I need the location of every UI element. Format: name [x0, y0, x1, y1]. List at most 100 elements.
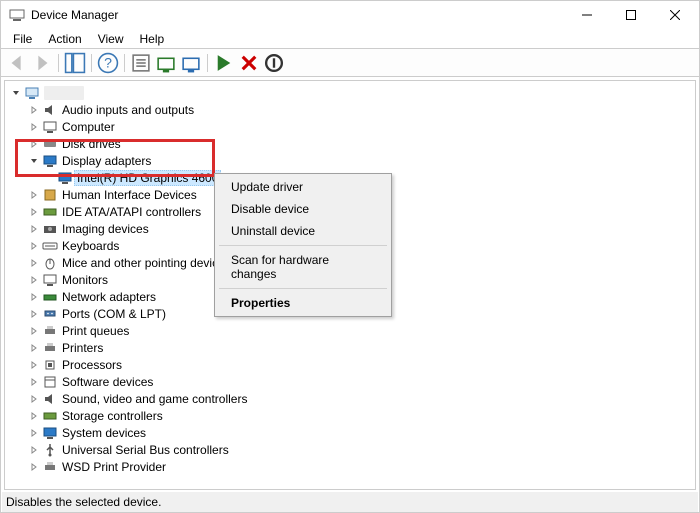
maximize-button[interactable]: [609, 1, 653, 29]
separator: [219, 245, 387, 246]
sound-icon: [42, 391, 58, 407]
context-menu: Update driver Disable device Uninstall d…: [214, 173, 392, 317]
chevron-right-icon[interactable]: [27, 188, 40, 201]
tree-node-processors[interactable]: Processors: [9, 356, 691, 373]
menu-action[interactable]: Action: [40, 30, 89, 48]
chevron-right-icon[interactable]: [27, 443, 40, 456]
window-title: Device Manager: [31, 8, 565, 22]
chevron-right-icon[interactable]: [27, 392, 40, 405]
ctx-uninstall-device[interactable]: Uninstall device: [217, 220, 389, 242]
node-label: Printers: [62, 341, 103, 355]
storage-icon: [42, 408, 58, 424]
printer-icon: [42, 323, 58, 339]
node-label: Storage controllers: [62, 409, 163, 423]
help-button[interactable]: ?: [96, 52, 120, 74]
keyboard-icon: [42, 238, 58, 254]
properties-button[interactable]: [129, 52, 153, 74]
node-label: Universal Serial Bus controllers: [62, 443, 229, 457]
separator: [207, 54, 208, 72]
monitor-icon: [42, 272, 58, 288]
printer-icon: [42, 340, 58, 356]
minimize-button[interactable]: [565, 1, 609, 29]
app-icon: [9, 7, 25, 23]
chevron-right-icon[interactable]: [27, 120, 40, 133]
display-icon: [42, 153, 58, 169]
chevron-right-icon[interactable]: [27, 341, 40, 354]
tree-node-storage[interactable]: Storage controllers: [9, 407, 691, 424]
tree-root[interactable]: [9, 84, 691, 101]
node-label: IDE ATA/ATAPI controllers: [62, 205, 201, 219]
chevron-down-icon[interactable]: [9, 86, 22, 99]
chevron-right-icon[interactable]: [27, 137, 40, 150]
node-label: Audio inputs and outputs: [62, 103, 194, 117]
chevron-down-icon[interactable]: [27, 154, 40, 167]
tree-node-audio[interactable]: Audio inputs and outputs: [9, 101, 691, 118]
node-label: Keyboards: [62, 239, 119, 253]
computer-icon: [42, 119, 58, 135]
tree-node-system[interactable]: System devices: [9, 424, 691, 441]
chevron-right-icon[interactable]: [27, 409, 40, 422]
chevron-right-icon[interactable]: [27, 460, 40, 473]
tree-node-wsd[interactable]: WSD Print Provider: [9, 458, 691, 475]
close-button[interactable]: [653, 1, 697, 29]
node-label: Mice and other pointing devices: [62, 256, 231, 270]
disable-device-button[interactable]: [262, 52, 286, 74]
ports-icon: [42, 306, 58, 322]
chevron-right-icon[interactable]: [27, 256, 40, 269]
menu-help[interactable]: Help: [132, 30, 173, 48]
chevron-right-icon[interactable]: [27, 358, 40, 371]
printer-icon: [42, 459, 58, 475]
menu-view[interactable]: View: [90, 30, 132, 48]
chevron-right-icon[interactable]: [27, 273, 40, 286]
node-label: Software devices: [62, 375, 153, 389]
ctx-properties[interactable]: Properties: [217, 292, 389, 314]
tree-node-display[interactable]: Display adapters: [9, 152, 691, 169]
tree-node-printers[interactable]: Printers: [9, 339, 691, 356]
separator: [124, 54, 125, 72]
chevron-right-icon[interactable]: [27, 290, 40, 303]
tree-node-printqueues[interactable]: Print queues: [9, 322, 691, 339]
processor-icon: [42, 357, 58, 373]
node-label: Sound, video and game controllers: [62, 392, 247, 406]
forward-button[interactable]: [30, 52, 54, 74]
node-label: Ports (COM & LPT): [62, 307, 166, 321]
chevron-right-icon[interactable]: [27, 239, 40, 252]
menubar: File Action View Help: [1, 29, 699, 49]
node-label: Intel(R) HD Graphics 4600: [74, 170, 221, 186]
ctx-scan-hardware[interactable]: Scan for hardware changes: [217, 249, 389, 285]
node-label: WSD Print Provider: [62, 460, 166, 474]
ctx-update-driver[interactable]: Update driver: [217, 176, 389, 198]
uninstall-device-button[interactable]: [237, 52, 261, 74]
separator: [219, 288, 387, 289]
node-label: Print queues: [62, 324, 129, 338]
enable-device-button[interactable]: [212, 52, 236, 74]
tree-node-usb[interactable]: Universal Serial Bus controllers: [9, 441, 691, 458]
menu-file[interactable]: File: [5, 30, 40, 48]
disk-icon: [42, 136, 58, 152]
chevron-right-icon[interactable]: [27, 222, 40, 235]
computer-icon: [24, 85, 40, 101]
chevron-right-icon[interactable]: [27, 103, 40, 116]
chevron-right-icon[interactable]: [27, 375, 40, 388]
update-driver-button[interactable]: [154, 52, 178, 74]
chevron-right-icon[interactable]: [27, 426, 40, 439]
show-hide-tree-button[interactable]: [63, 52, 87, 74]
ctx-disable-device[interactable]: Disable device: [217, 198, 389, 220]
display-icon: [57, 170, 73, 186]
tree-node-sound[interactable]: Sound, video and game controllers: [9, 390, 691, 407]
node-label: Imaging devices: [62, 222, 149, 236]
tree-node-computer[interactable]: Computer: [9, 118, 691, 135]
titlebar: Device Manager: [1, 1, 699, 29]
tree-node-disk[interactable]: Disk drives: [9, 135, 691, 152]
chevron-right-icon[interactable]: [27, 205, 40, 218]
tree-node-software[interactable]: Software devices: [9, 373, 691, 390]
chevron-right-icon[interactable]: [27, 307, 40, 320]
chevron-right-icon[interactable]: [27, 324, 40, 337]
scan-hardware-button[interactable]: [179, 52, 203, 74]
audio-icon: [42, 102, 58, 118]
root-label: [44, 86, 84, 100]
back-button[interactable]: [5, 52, 29, 74]
separator: [91, 54, 92, 72]
node-label: System devices: [62, 426, 146, 440]
node-label: Human Interface Devices: [62, 188, 197, 202]
